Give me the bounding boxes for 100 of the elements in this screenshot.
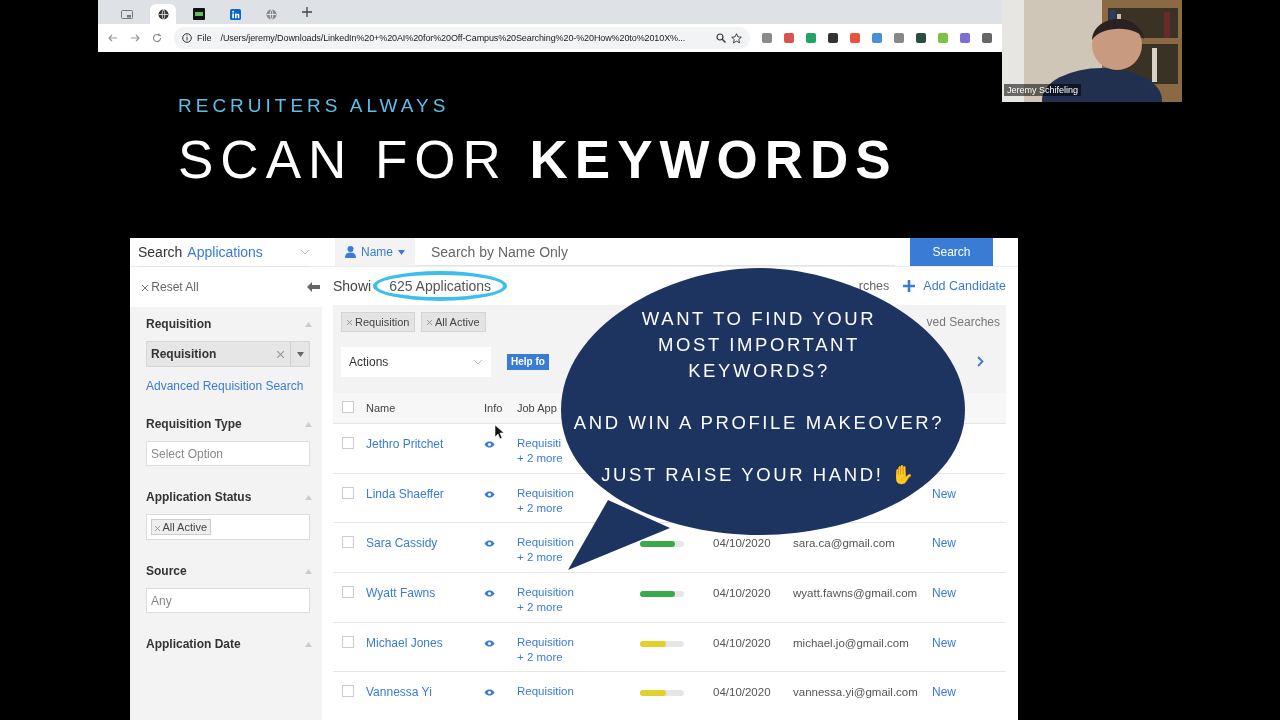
candidate-name-link[interactable]: Linda Shaeffer <box>366 486 444 501</box>
status-link[interactable]: New <box>932 585 956 600</box>
help-button[interactable]: Help fo <box>507 353 549 370</box>
saved-searches-link[interactable]: rches <box>858 278 890 293</box>
column-header[interactable]: Name <box>366 401 396 414</box>
filter-chip[interactable]: Requisition <box>341 311 416 332</box>
email-text: michael.jo@gmail.com <box>793 636 909 649</box>
back-icon[interactable] <box>108 33 118 43</box>
filter-input[interactable]: Any <box>146 588 310 613</box>
candidate-name-link[interactable]: Wyatt Fawns <box>366 585 436 600</box>
forward-icon[interactable] <box>130 33 140 43</box>
job-link[interactable]: Requisition <box>517 685 574 698</box>
reload-icon[interactable] <box>152 33 162 43</box>
status-link[interactable]: New <box>932 685 956 700</box>
advanced-search-link[interactable]: Advanced Requisition Search <box>146 379 314 393</box>
tag-field[interactable]: All Active <box>146 514 310 540</box>
email-text: wyatt.fawns@gmail.com <box>793 586 918 599</box>
more-link[interactable]: + 2 more <box>517 451 563 464</box>
search-button[interactable]: Search <box>910 238 993 266</box>
job-link[interactable]: Requisition <box>517 486 574 499</box>
bubble-question: AND WIN A PROFILE MAKEOVER? <box>573 411 945 435</box>
participant-name: Jeremy Schifeling <box>1004 84 1082 96</box>
add-candidate-link[interactable]: Add Candidate <box>923 278 1006 293</box>
candidate-name-link[interactable]: Michael Jones <box>366 635 443 650</box>
remove-icon[interactable] <box>427 320 433 326</box>
extension-icon[interactable] <box>982 33 992 43</box>
checkbox[interactable] <box>342 486 354 499</box>
browser-tab[interactable] <box>150 4 176 24</box>
search-scope-dropdown[interactable]: Search Applications <box>138 238 310 267</box>
saved-searches-link[interactable]: ved Searches <box>926 314 1000 329</box>
eye-icon[interactable] <box>484 540 495 548</box>
checkbox[interactable] <box>342 585 354 598</box>
eye-icon[interactable] <box>484 589 495 597</box>
collapse-caret-icon[interactable] <box>305 568 312 574</box>
checkbox[interactable] <box>342 635 354 648</box>
clear-icon[interactable] <box>276 350 284 358</box>
candidate-name-link[interactable]: Sara Cassidy <box>366 536 438 551</box>
checkbox[interactable] <box>342 436 354 449</box>
caret-icon[interactable] <box>296 351 304 357</box>
filter-heading: Requisition <box>146 317 212 331</box>
eye-icon[interactable] <box>484 689 495 697</box>
status-tag[interactable]: All Active <box>151 519 212 535</box>
chevron-down-icon <box>300 248 310 255</box>
date-text: 04/10/2020 <box>713 636 771 649</box>
slide-subtitle: RECRUITERS ALWAYS <box>178 94 451 118</box>
collapse-arrow-icon[interactable] <box>307 282 320 292</box>
status-link[interactable]: New <box>932 635 956 650</box>
more-link[interactable]: + 2 more <box>517 600 563 613</box>
collapse-caret-icon[interactable] <box>305 494 312 500</box>
more-link[interactable]: + 2 more <box>517 650 563 663</box>
chevron-right-icon[interactable] <box>977 356 984 368</box>
name-filter-dropdown[interactable]: Name <box>335 238 415 266</box>
eye-icon[interactable] <box>484 490 495 498</box>
checkbox[interactable] <box>342 685 354 698</box>
job-link[interactable]: Requisition <box>517 635 574 648</box>
requisition-select[interactable]: Requisition <box>146 341 310 367</box>
star-icon[interactable] <box>731 32 742 44</box>
showing-label: Showi <box>333 277 372 294</box>
filter-chip[interactable]: All Active <box>421 311 486 332</box>
eye-icon[interactable] <box>484 440 495 448</box>
remove-icon[interactable] <box>155 525 160 531</box>
checkbox[interactable] <box>342 536 354 549</box>
network-icon <box>229 8 241 20</box>
new-tab-icon[interactable] <box>302 7 312 17</box>
candidate-name-link[interactable]: Vannessa Yi <box>366 685 432 700</box>
date-text: 04/10/2020 <box>713 686 771 699</box>
more-link[interactable]: + 2 more <box>517 551 563 564</box>
file-label: File <box>197 33 212 43</box>
chevron-down-icon <box>473 358 483 365</box>
reset-all-link[interactable]: Reset All <box>142 280 199 294</box>
zoom-icon[interactable] <box>716 33 726 43</box>
job-link[interactable]: Requisition <box>517 585 574 598</box>
checkbox[interactable] <box>342 400 354 413</box>
globe-icon <box>157 8 169 20</box>
job-link[interactable]: Requisition <box>517 536 574 549</box>
filter-heading: Requisition Type <box>146 417 242 431</box>
collapse-caret-icon[interactable] <box>305 421 312 427</box>
caret-icon <box>398 249 405 255</box>
extension-icon[interactable] <box>828 33 838 43</box>
column-header[interactable]: Info <box>484 401 503 414</box>
collapse-caret-icon[interactable] <box>305 641 312 647</box>
plus-icon[interactable] <box>903 279 916 292</box>
remove-icon[interactable] <box>347 320 352 326</box>
candidate-name-link[interactable]: Jethro Pritchet <box>366 436 444 451</box>
applications-count[interactable]: 625 Applications <box>373 270 508 301</box>
address-bar[interactable]: File /Users/jeremy/Downloads/LinkedIn%20+%20AI%20for%20Off-Campus%20Searching%20-%20How%20to%2010X%... <box>174 27 750 49</box>
bubble-question: WANT TO FIND YOUR MOST IMPORTANT KEYWORDS? <box>641 307 877 383</box>
status-link[interactable]: New <box>932 536 956 551</box>
actions-dropdown[interactable]: Actions <box>341 346 491 377</box>
filter-heading: Application Date <box>146 637 241 651</box>
collapse-caret-icon[interactable] <box>305 321 312 327</box>
filter-heading: Application Status <box>146 490 252 504</box>
filter-input[interactable]: Select Option <box>146 441 310 466</box>
eye-icon[interactable] <box>484 639 495 647</box>
column-header[interactable]: Job App <box>517 401 557 414</box>
job-link[interactable]: Requisiti <box>517 436 562 449</box>
date-text: 04/10/2020 <box>713 537 771 550</box>
status-link[interactable]: New <box>932 486 956 501</box>
extension-icon[interactable] <box>916 33 926 43</box>
more-link[interactable]: + 2 more <box>517 501 563 514</box>
